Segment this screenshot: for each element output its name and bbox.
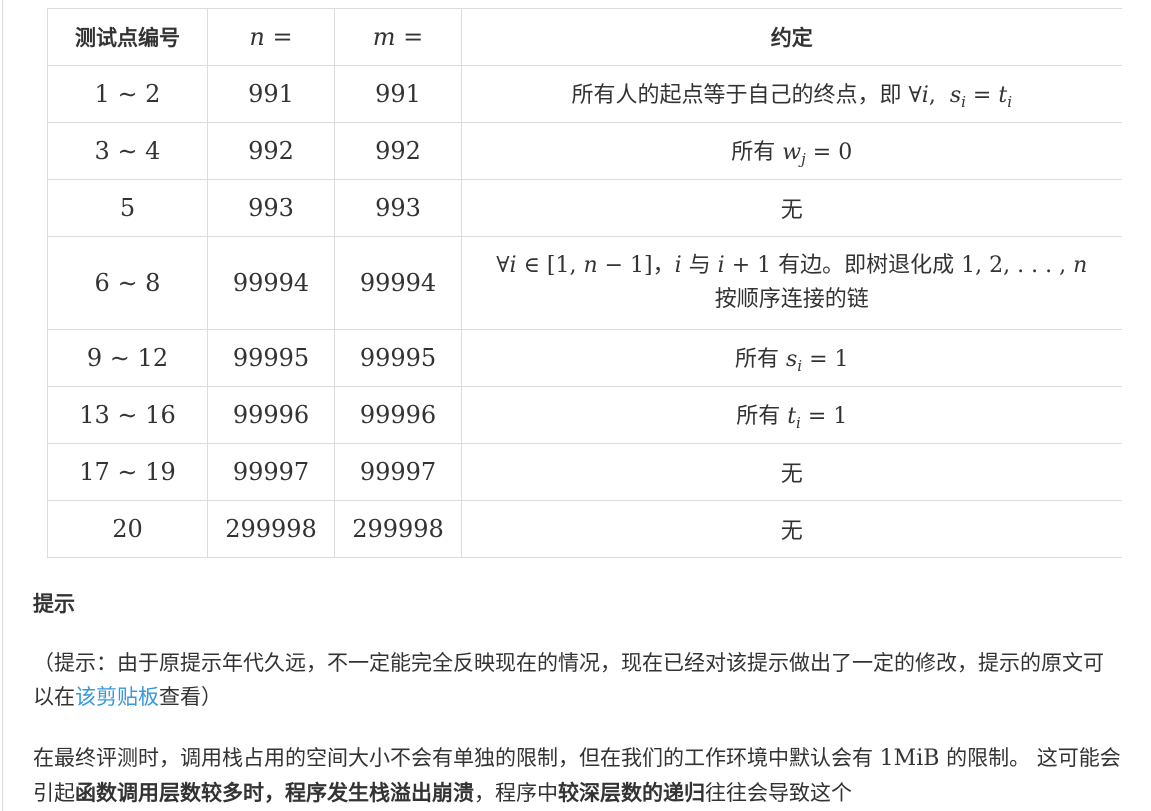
cell-rule: 所有 ti = 1	[461, 386, 1122, 444]
hint-paragraph-2: 在最终评测时，调用栈占用的空间大小不会有单独的限制，但在我们的工作环境中默认会有…	[33, 741, 1123, 810]
cell-m: 299998	[334, 500, 462, 558]
table-row: 1 ∼ 2 991 991 所有人的起点等于自己的终点，即 ∀i, si = t…	[47, 65, 1122, 123]
table-row: 20 299998 299998 无	[47, 500, 1122, 558]
cell-m: 991	[334, 65, 462, 123]
cell-m: 992	[334, 122, 462, 180]
cell-id: 20	[47, 500, 208, 558]
clipboard-link[interactable]: 该剪贴板	[75, 685, 159, 709]
table-header-row: 测试点编号 n = m = 约定	[47, 8, 1122, 66]
cell-id: 6 ∼ 8	[47, 236, 208, 330]
para-text: 往往会导致这个	[705, 781, 852, 805]
cell-n: 99994	[207, 236, 335, 330]
rule-text: 所有	[736, 404, 788, 429]
header-rule: 约定	[461, 8, 1122, 66]
table-row: 6 ∼ 8 99994 99994 ∀i ∈ [1, n − 1]，i 与 i …	[47, 236, 1122, 330]
cell-n: 99997	[207, 443, 335, 501]
header-n: n =	[207, 8, 335, 66]
para-text: ，程序中	[474, 781, 558, 805]
hint-section-title: 提示	[33, 592, 75, 616]
para-text: 在最终评测时，调用栈占用的空间大小不会有单独的限制，但在我们的工作环境中默认会有	[33, 746, 880, 770]
cell-m: 99994	[334, 236, 462, 330]
table-row: 5 993 993 无	[47, 179, 1122, 237]
table-row: 13 ∼ 16 99996 99996 所有 ti = 1	[47, 386, 1122, 444]
cell-n: 299998	[207, 500, 335, 558]
cell-id: 13 ∼ 16	[47, 386, 208, 444]
cell-id: 5	[47, 179, 208, 237]
cell-n: 99995	[207, 329, 335, 387]
header-m: m =	[334, 8, 462, 66]
header-testcase-id: 测试点编号	[47, 8, 208, 66]
cell-id: 1 ∼ 2	[47, 65, 208, 123]
cell-rule: ∀i ∈ [1, n − 1]，i 与 i + 1 有边。即树退化成 1, 2,…	[461, 236, 1122, 330]
cell-id: 17 ∼ 19	[47, 443, 208, 501]
cell-n: 99996	[207, 386, 335, 444]
rule-text: 所有	[731, 140, 783, 165]
cell-m: 99996	[334, 386, 462, 444]
cell-n: 992	[207, 122, 335, 180]
hint-paragraph-1: （提示：由于原提示年代久远，不一定能完全反映现在的情况，现在已经对该提示做出了一…	[33, 646, 1123, 714]
cell-id: 9 ∼ 12	[47, 329, 208, 387]
cell-n: 993	[207, 179, 335, 237]
table-row: 3 ∼ 4 992 992 所有 wj = 0	[47, 122, 1122, 180]
hint-text-end: 查看）	[159, 685, 222, 709]
cell-m: 99995	[334, 329, 462, 387]
rule-text: 所有	[734, 347, 786, 372]
cell-rule: 所有人的起点等于自己的终点，即 ∀i, si = ti	[461, 65, 1122, 123]
table-row: 9 ∼ 12 99995 99995 所有 si = 1	[47, 329, 1122, 387]
cell-m: 99997	[334, 443, 462, 501]
bold-text: 较深层数的递归	[558, 781, 705, 805]
rule-text: 所有人的起点等于自己的终点，即	[571, 83, 909, 108]
table-row: 17 ∼ 19 99997 99997 无	[47, 443, 1122, 501]
cell-rule: 所有 si = 1	[461, 329, 1122, 387]
cell-id: 3 ∼ 4	[47, 122, 208, 180]
mib-value: 1MiB	[879, 746, 940, 771]
cell-rule: 无	[461, 500, 1122, 558]
cell-rule: 所有 wj = 0	[461, 122, 1122, 180]
content-left-border	[2, 0, 3, 811]
bold-text: 函数调用层数较多时，程序发生栈溢出崩溃	[75, 781, 474, 805]
cell-rule: 无	[461, 179, 1122, 237]
cell-n: 991	[207, 65, 335, 123]
cell-rule: 无	[461, 443, 1122, 501]
subtask-table: 测试点编号 n = m = 约定 1 ∼ 2 991 991 所有人的起点等于自…	[47, 8, 1122, 558]
cell-m: 993	[334, 179, 462, 237]
rule-line-2: 按顺序连接的链	[714, 287, 869, 312]
page: 测试点编号 n = m = 约定 1 ∼ 2 991 991 所有人的起点等于自…	[0, 0, 1151, 811]
